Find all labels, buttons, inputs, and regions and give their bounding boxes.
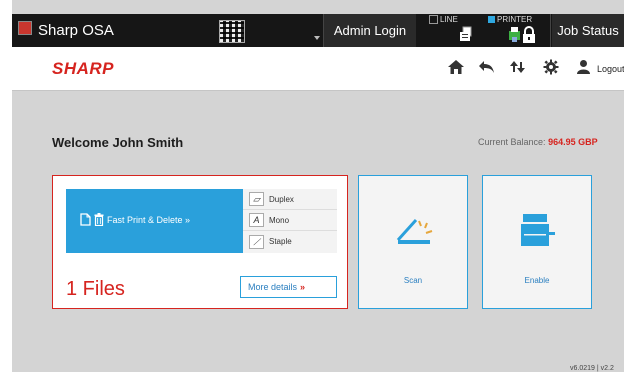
copier-icon [521, 214, 555, 246]
line-indicator-icon [429, 15, 438, 25]
device-status: LINE PRINTER [420, 14, 550, 47]
balance-label: Current Balance: [478, 137, 546, 147]
printer-lock-icon [509, 26, 535, 43]
balance-amount: 964.95 GBP [548, 137, 598, 147]
enable-tile[interactable]: Enable [482, 175, 592, 309]
line-label: LINE [440, 15, 458, 24]
fax-icon [460, 26, 472, 41]
app-title: Sharp OSA [38, 22, 114, 39]
files-count: 1 Files [66, 278, 125, 300]
print-release-card: Fast Print & Delete » ▱ Duplex A Mono ⟋ … [52, 175, 348, 309]
option-mono[interactable]: A Mono [243, 210, 337, 231]
system-bar: Sharp OSA Admin Login LINE PRINTER Job S… [12, 14, 624, 47]
header: SHARP Logout [12, 47, 624, 91]
printer-status: PRINTER [488, 15, 532, 24]
sharp-logo: SHARP [52, 59, 115, 78]
line-status: LINE [429, 15, 458, 25]
printer-label: PRINTER [497, 15, 533, 24]
option-label: Mono [269, 215, 290, 225]
duplex-icon: ▱ [249, 192, 264, 206]
admin-login-button[interactable]: Admin Login [324, 14, 416, 47]
more-details-label: More details [248, 282, 298, 292]
option-label: Staple [269, 237, 292, 246]
mono-icon: A [249, 213, 264, 227]
job-status-button[interactable]: Job Status [552, 14, 624, 47]
trash-icon [94, 213, 104, 226]
staple-icon: ⟋ [249, 234, 264, 249]
document-icon [80, 213, 91, 226]
fast-print-delete-button[interactable]: Fast Print & Delete » [66, 189, 243, 253]
refresh-icon[interactable] [509, 59, 527, 75]
welcome-message: Welcome John Smith [52, 135, 184, 150]
enable-label: Enable [524, 276, 550, 285]
user-icon[interactable] [576, 59, 591, 75]
keypad-dropdown-icon [314, 36, 320, 40]
option-duplex[interactable]: ▱ Duplex [243, 189, 337, 210]
logout-link[interactable]: Logout [597, 64, 624, 74]
option-label: Duplex [269, 194, 294, 204]
fast-print-row: Fast Print & Delete » [80, 213, 190, 226]
print-options: ▱ Duplex A Mono ⟋ Staple [243, 189, 337, 253]
version-text: v6.0219 | v2.2 [570, 365, 614, 372]
settings-icon[interactable] [543, 59, 559, 75]
scan-tile[interactable]: Scan [358, 175, 468, 309]
divider [550, 14, 551, 47]
back-icon[interactable] [478, 59, 496, 75]
current-balance: Current Balance: 964.95 GBP [478, 137, 598, 147]
option-staple[interactable]: ⟋ Staple [243, 231, 337, 252]
printer-indicator-icon [488, 16, 495, 24]
scanner-icon [396, 218, 433, 244]
scan-label: Scan [403, 276, 423, 285]
osa-logo-icon [18, 21, 32, 35]
fast-print-label: Fast Print & Delete » [107, 214, 191, 225]
chevron-right-icon: » [300, 282, 306, 292]
home-icon[interactable] [447, 59, 465, 75]
keypad-icon[interactable] [219, 20, 245, 43]
more-details-button[interactable]: More details » [240, 276, 337, 298]
